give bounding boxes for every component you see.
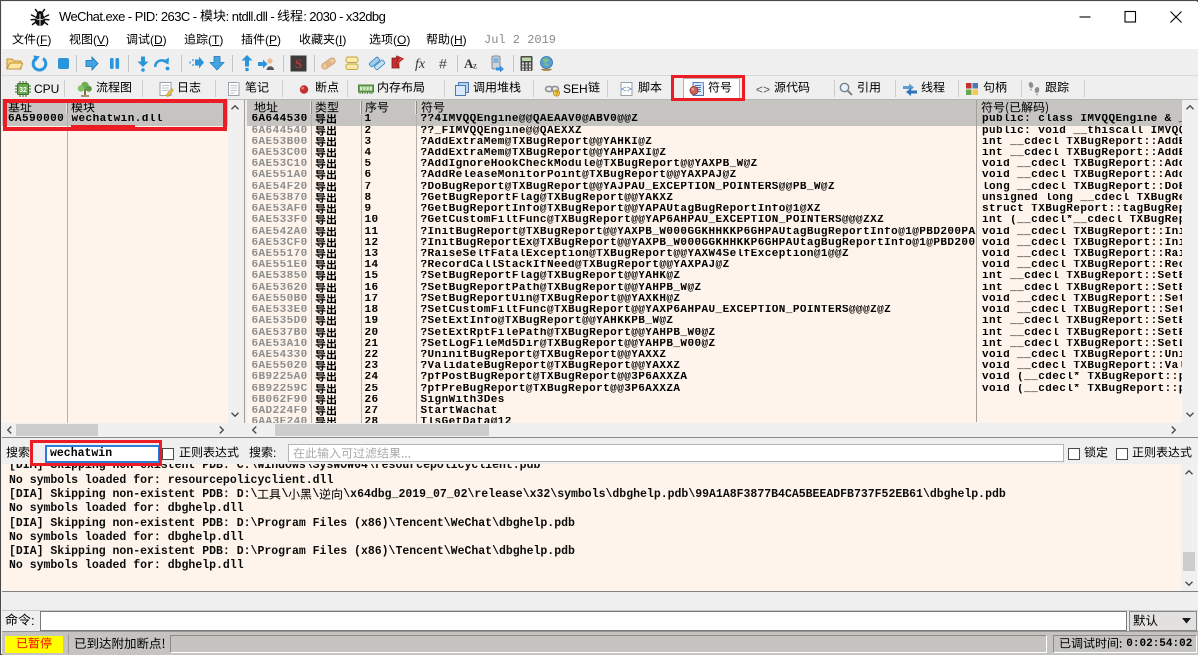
svg-text:S: S (295, 56, 302, 71)
svg-text:<>: <> (621, 85, 632, 95)
svg-text:?: ? (555, 90, 559, 97)
svg-text:<>: <> (756, 83, 770, 97)
svg-text:fx: fx (415, 57, 426, 72)
svg-text:#: # (439, 56, 447, 72)
svg-text:z: z (473, 61, 477, 71)
svg-text:32: 32 (19, 87, 27, 94)
